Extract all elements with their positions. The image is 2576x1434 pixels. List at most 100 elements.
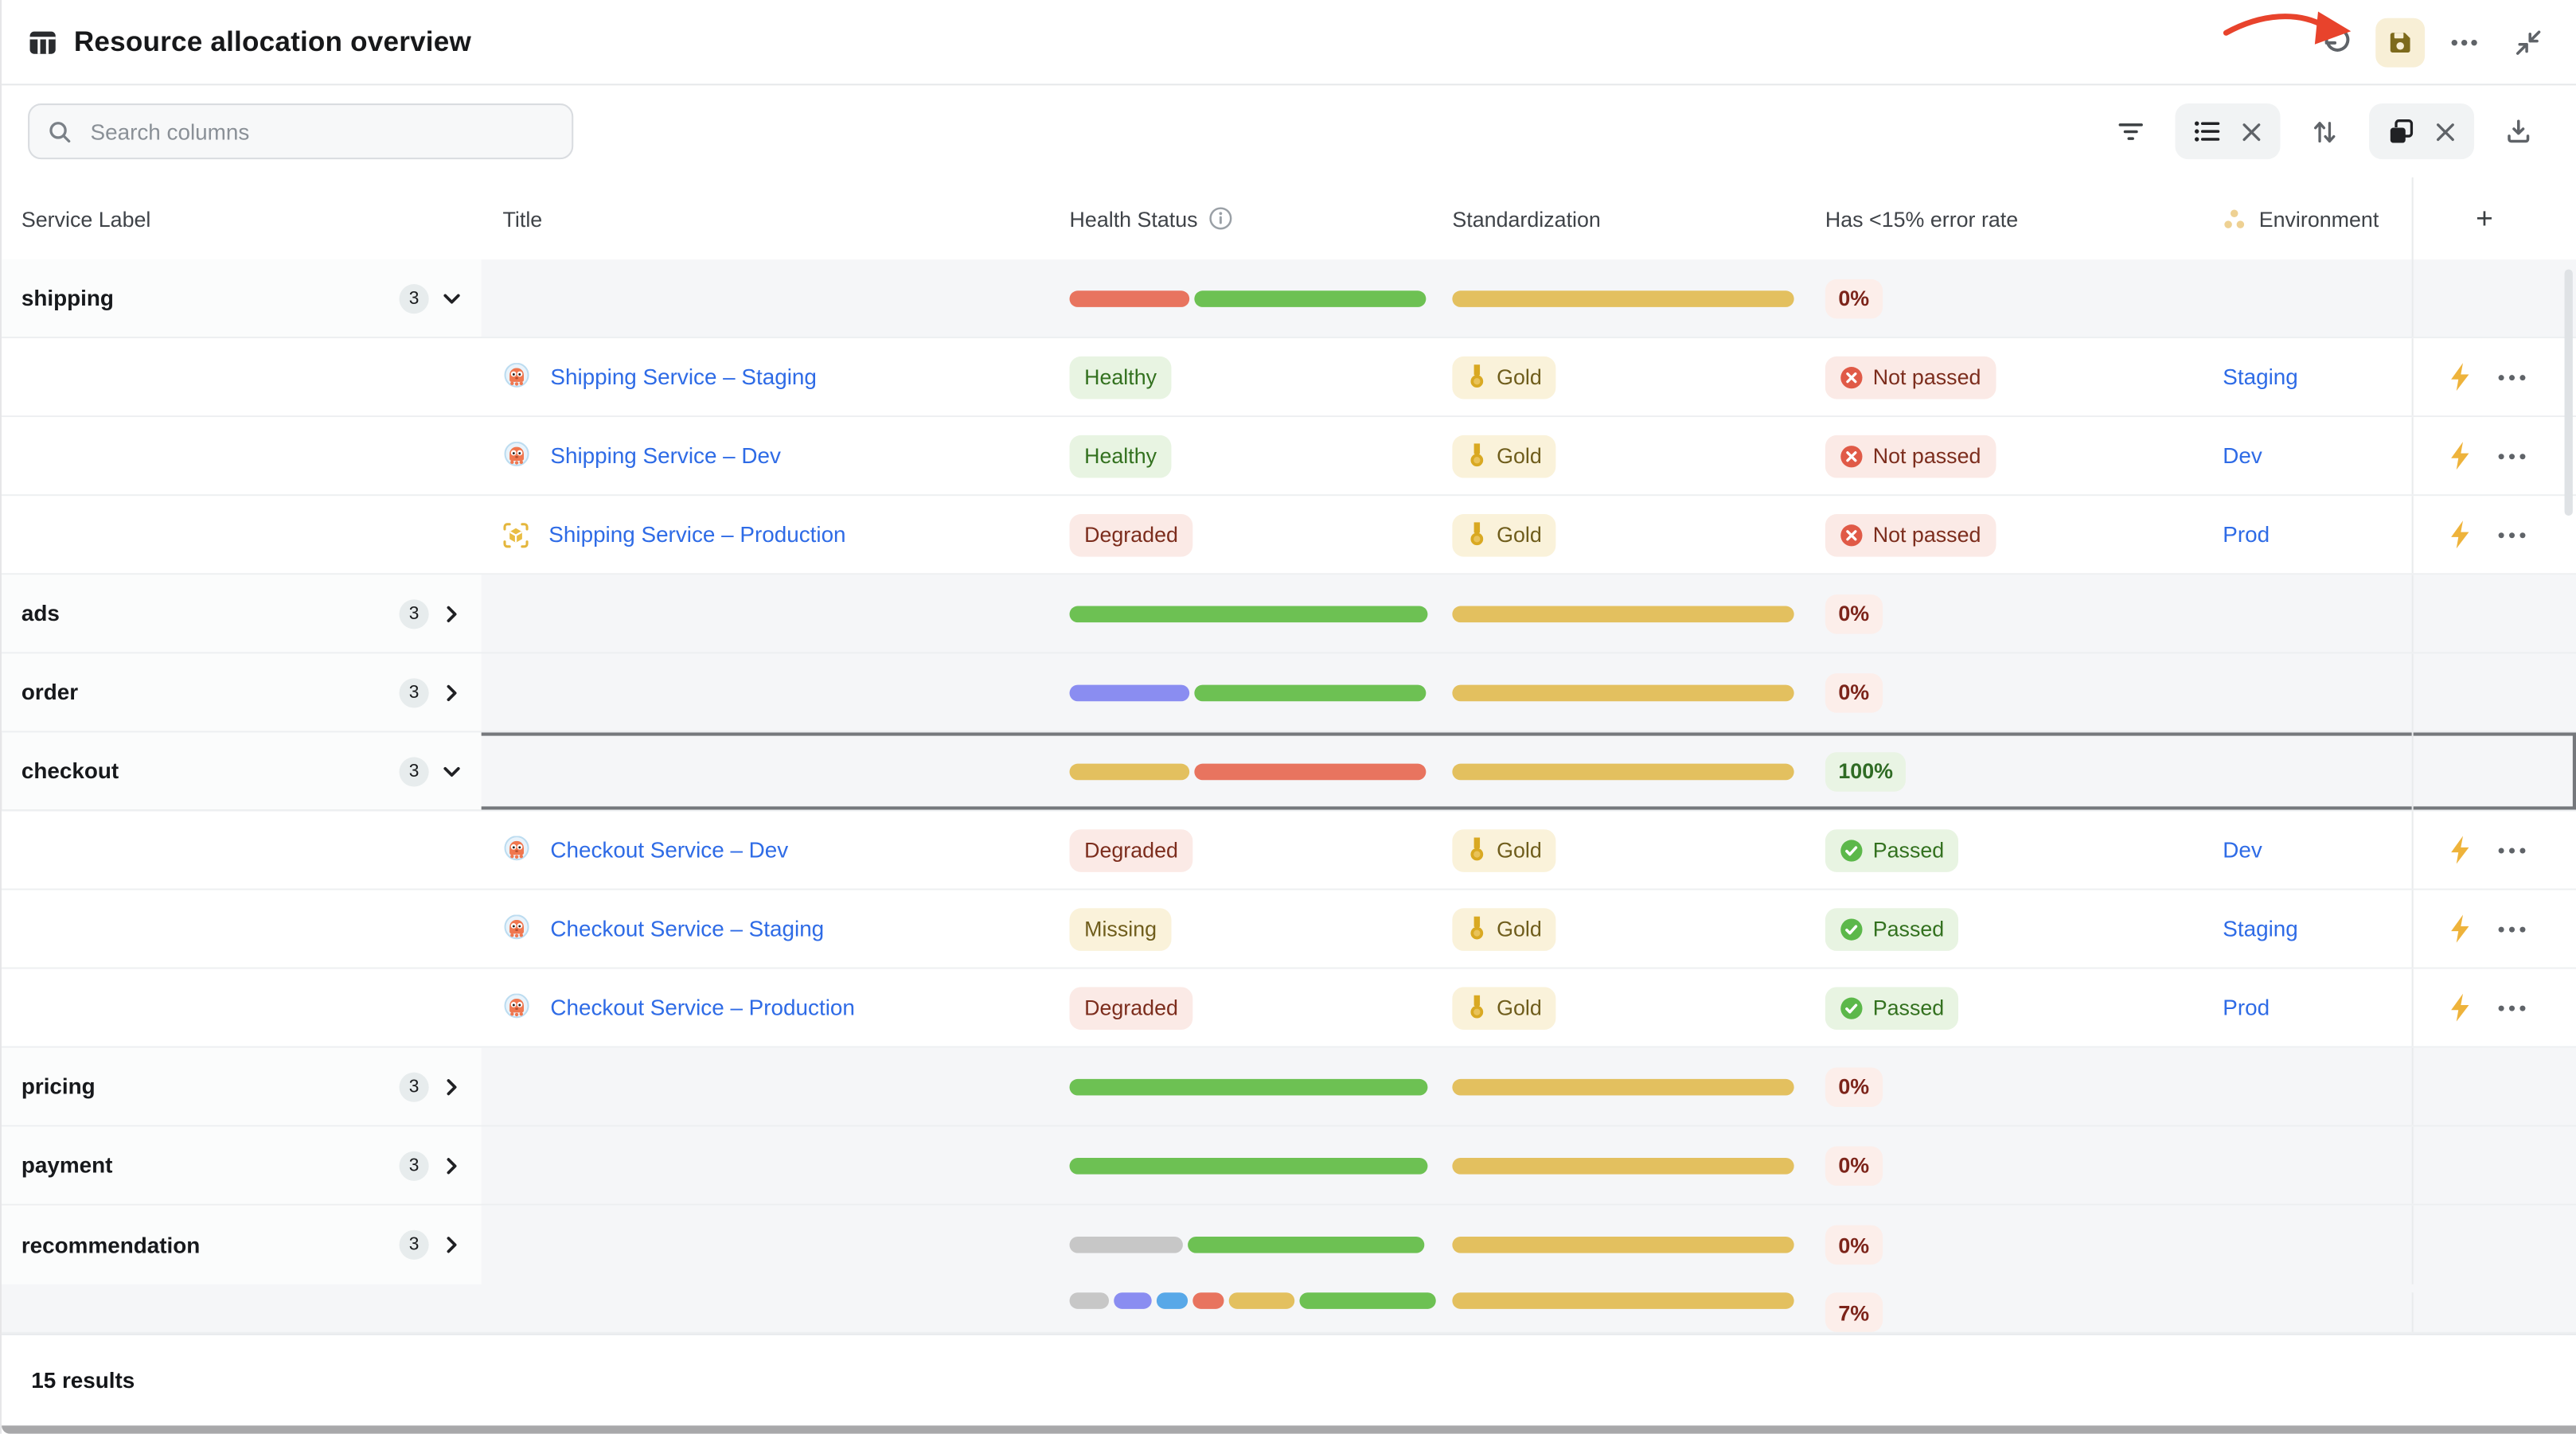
- lightning-action-button[interactable]: [2449, 363, 2471, 391]
- environment-link[interactable]: Staging: [2223, 364, 2298, 389]
- chevron-right-icon[interactable]: [435, 676, 468, 708]
- lightning-icon: [2449, 836, 2471, 863]
- cube-icon: [503, 521, 529, 547]
- window-bottom-edge: [2, 1425, 2576, 1433]
- lightning-action-button[interactable]: [2449, 994, 2471, 1022]
- group-copies-button[interactable]: [2387, 118, 2415, 146]
- chevron-right-icon[interactable]: [435, 597, 468, 629]
- group-by-pill: [2175, 103, 2280, 159]
- standardization-badge: Gold: [1452, 513, 1556, 556]
- standardization-bar: [1452, 290, 1793, 306]
- row-menu-button[interactable]: [2497, 1004, 2527, 1011]
- lightning-action-button[interactable]: [2449, 836, 2471, 863]
- info-icon[interactable]: [1209, 207, 1232, 230]
- error-rate-result-badge: Passed: [1825, 986, 1959, 1029]
- group-row-ads[interactable]: ads 3 0%: [2, 575, 2576, 653]
- column-header-title[interactable]: Title: [482, 177, 1033, 259]
- service-row[interactable]: Shipping Service – Production Degraded G…: [2, 496, 2576, 575]
- chevron-down-icon[interactable]: [435, 282, 468, 314]
- row-menu-button[interactable]: [2497, 925, 2527, 932]
- error-rate-result-badge: Passed: [1825, 907, 1959, 950]
- bar-segment-gray: [1070, 1237, 1183, 1253]
- column-header-standardization[interactable]: Standardization: [1441, 177, 1802, 259]
- search-input[interactable]: [87, 118, 553, 146]
- ellipsis-icon: [2497, 374, 2527, 380]
- collapse-button[interactable]: [2504, 18, 2553, 67]
- chevron-down-icon[interactable]: [435, 754, 468, 787]
- service-row[interactable]: Checkout Service – Production Degraded G…: [2, 969, 2576, 1048]
- row-menu-button[interactable]: [2497, 453, 2527, 459]
- lightning-action-button[interactable]: [2449, 915, 2471, 943]
- column-header-health-status[interactable]: Health Status: [1033, 177, 1441, 259]
- clear-list-view-button[interactable]: [2241, 121, 2262, 142]
- more-options-button[interactable]: [2440, 18, 2489, 67]
- x-circle-icon: [1840, 365, 1863, 388]
- chevron-right-icon[interactable]: [435, 1149, 468, 1182]
- environment-link[interactable]: Staging: [2223, 917, 2298, 941]
- bar-segment-gold: [1452, 1078, 1793, 1095]
- close-icon: [2435, 121, 2457, 142]
- ellipsis-icon: [2497, 532, 2527, 538]
- service-row[interactable]: Shipping Service – Staging Healthy Gold …: [2, 338, 2576, 417]
- error-rate-badge: 0%: [1825, 1066, 1883, 1106]
- column-header-error-rate[interactable]: Has <15% error rate: [1802, 177, 2203, 259]
- octopus-icon: [503, 914, 531, 943]
- row-menu-button[interactable]: [2497, 532, 2527, 538]
- service-title-link[interactable]: Shipping Service – Dev: [550, 443, 781, 468]
- column-header-service-label[interactable]: Service Label: [2, 177, 482, 259]
- collapse-icon: [2514, 27, 2543, 57]
- service-title-link[interactable]: Checkout Service – Production: [550, 996, 855, 1020]
- lightning-action-button[interactable]: [2449, 442, 2471, 470]
- search-icon: [48, 119, 72, 144]
- row-menu-button[interactable]: [2497, 847, 2527, 853]
- column-header-environment[interactable]: Environment: [2203, 177, 2414, 259]
- row-menu-button[interactable]: [2497, 374, 2527, 380]
- service-title-link[interactable]: Shipping Service – Staging: [550, 364, 817, 389]
- group-row-pricing[interactable]: pricing 3 0%: [2, 1048, 2576, 1127]
- list-view-button[interactable]: [2193, 119, 2221, 145]
- service-title-link[interactable]: Checkout Service – Staging: [550, 917, 824, 941]
- group-row-order[interactable]: order 3 0%: [2, 653, 2576, 732]
- lightning-action-button[interactable]: [2449, 520, 2471, 548]
- service-title-link[interactable]: Checkout Service – Dev: [550, 838, 788, 863]
- chevron-right-icon[interactable]: [435, 1070, 468, 1103]
- bar-segment-blue: [1157, 1292, 1188, 1309]
- environment-link[interactable]: Dev: [2223, 838, 2262, 863]
- x-circle-icon: [1840, 444, 1863, 467]
- service-row[interactable]: Shipping Service – Dev Healthy Gold Not …: [2, 417, 2576, 496]
- download-icon: [2505, 119, 2531, 145]
- standardization-bar: [1452, 684, 1793, 701]
- group-row-recommendation[interactable]: recommendation 3 0%: [2, 1206, 2576, 1284]
- group-count-badge: 3: [399, 283, 428, 313]
- vertical-scrollbar[interactable]: [2565, 269, 2573, 516]
- service-row[interactable]: Checkout Service – Staging Missing Gold …: [2, 890, 2576, 969]
- bar-segment-gold: [1229, 1292, 1295, 1309]
- download-button[interactable]: [2494, 107, 2543, 156]
- group-row-checkout[interactable]: checkout 3 100%: [2, 732, 2576, 811]
- group-row-payment[interactable]: payment 3 0%: [2, 1127, 2576, 1206]
- chevron-right-icon[interactable]: [435, 1229, 468, 1261]
- search-box[interactable]: [28, 103, 573, 159]
- clear-grouping-button[interactable]: [2435, 121, 2457, 142]
- bar-segment-purple: [1070, 684, 1190, 701]
- group-row-shipping[interactable]: shipping 3 0%: [2, 259, 2576, 338]
- add-column-button[interactable]: +: [2414, 177, 2576, 259]
- service-row[interactable]: Checkout Service – Dev Degraded Gold Pas…: [2, 812, 2576, 890]
- filter-button[interactable]: [2106, 107, 2156, 156]
- environment-link[interactable]: Prod: [2223, 996, 2270, 1020]
- close-icon: [2241, 121, 2262, 142]
- sort-button[interactable]: [2300, 107, 2349, 156]
- bar-segment-gold: [1452, 763, 1793, 780]
- standardization-bar: [1452, 1078, 1793, 1095]
- check-circle-icon: [1840, 839, 1863, 862]
- group-label: recommendation: [21, 1233, 201, 1257]
- bar-segment-red: [1070, 290, 1190, 306]
- bar-segment-red: [1193, 1292, 1224, 1309]
- save-button[interactable]: [2375, 18, 2425, 67]
- health-status-bar: [1070, 290, 1428, 306]
- service-title-link[interactable]: Shipping Service – Production: [548, 522, 845, 547]
- environment-link[interactable]: Dev: [2223, 443, 2262, 468]
- bar-segment-green: [1187, 1237, 1423, 1253]
- environment-link[interactable]: Prod: [2223, 522, 2270, 547]
- bar-segment-gold: [1452, 606, 1793, 622]
